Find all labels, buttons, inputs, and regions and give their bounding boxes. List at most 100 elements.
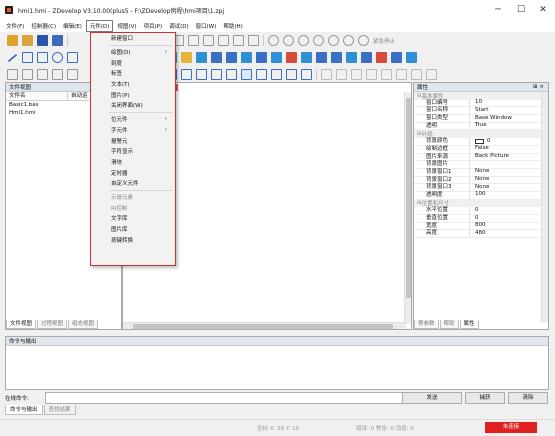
curve-icon[interactable] — [67, 52, 78, 63]
tab-process-view[interactable]: 过程视图 — [37, 320, 68, 329]
keypad-icon[interactable] — [271, 52, 282, 63]
download-icon[interactable] — [248, 35, 259, 46]
menu-item[interactable]: 字元件 › — [91, 125, 175, 136]
state-s4-icon[interactable] — [301, 69, 312, 80]
property-value[interactable]: 0 — [484, 138, 491, 146]
ungroup-icon[interactable] — [396, 69, 407, 80]
tab-register-params[interactable]: 寄参数 — [414, 320, 439, 329]
chart-icon[interactable] — [211, 52, 222, 63]
menu-file[interactable]: 文件(F) — [3, 21, 27, 31]
trend-icon[interactable] — [346, 52, 357, 63]
same-height-icon[interactable] — [366, 69, 377, 80]
property-value[interactable]: 0 — [470, 207, 479, 215]
reset-icon[interactable] — [328, 35, 339, 46]
save-all-icon[interactable] — [52, 35, 63, 46]
slider-icon[interactable] — [241, 52, 252, 63]
emergency-stop-icon[interactable] — [358, 35, 369, 46]
file-list-icon[interactable] — [391, 52, 402, 63]
col-file-name[interactable]: 文件名 — [6, 92, 68, 100]
property-value[interactable]: None — [470, 176, 489, 184]
step-icon[interactable] — [313, 35, 324, 46]
property-value[interactable]: Base Window — [470, 115, 512, 123]
group-icon[interactable] — [381, 69, 392, 80]
lamp-icon[interactable] — [181, 52, 192, 63]
menu-item[interactable]: 定时器 — [91, 167, 175, 178]
compile-icon[interactable] — [233, 35, 244, 46]
menu-view[interactable]: 视图(V) — [114, 21, 139, 31]
switch-icon[interactable] — [196, 52, 207, 63]
property-value[interactable]: 100 — [470, 191, 486, 199]
tab-config-view[interactable]: 组态视图 — [68, 320, 99, 329]
close-button[interactable]: ✕ — [533, 4, 553, 16]
property-value[interactable]: None — [470, 168, 489, 176]
menu-item[interactable]: 文本(T) — [91, 79, 175, 90]
prop-vscroll[interactable] — [541, 92, 548, 322]
menu-controller[interactable]: 控制器(C) — [28, 21, 59, 31]
menu-item[interactable]: 位元件 › — [91, 114, 175, 125]
property-row[interactable]: 透明度 100 — [414, 191, 548, 200]
clear-button[interactable]: 清除 — [508, 392, 548, 404]
send-button[interactable]: 发送 — [402, 392, 462, 404]
property-value[interactable]: 10 — [470, 99, 482, 107]
align-left-icon[interactable] — [7, 69, 18, 80]
layer-l2-icon[interactable] — [196, 69, 207, 80]
menu-item[interactable]: 图片(P) — [91, 89, 175, 100]
bug-icon[interactable] — [376, 52, 387, 63]
state-s0-icon[interactable] — [241, 69, 252, 80]
property-value[interactable]: Back Picture — [470, 153, 509, 161]
tab-help[interactable]: 帮助 — [439, 320, 459, 329]
text-input-icon[interactable] — [331, 52, 342, 63]
same-width-icon[interactable] — [351, 69, 362, 80]
menu-item[interactable]: 图片库 — [91, 224, 175, 235]
align-bottom-icon[interactable] — [67, 69, 78, 80]
emergency-stop-label[interactable]: 紧急停止 — [373, 37, 395, 45]
property-value[interactable]: Start — [470, 107, 488, 115]
redo-icon[interactable] — [218, 35, 229, 46]
online-command-input[interactable] — [45, 392, 417, 404]
property-value[interactable]: 480 — [470, 230, 486, 238]
undo-icon[interactable] — [203, 35, 214, 46]
minimize-button[interactable]: ─ — [488, 4, 508, 16]
zoom-in-icon[interactable] — [411, 69, 422, 80]
tab-properties[interactable]: 属性 — [459, 320, 479, 329]
menu-item[interactable]: 字符显示 — [91, 146, 175, 157]
state-s1-icon[interactable] — [256, 69, 267, 80]
number-input-icon[interactable] — [316, 52, 327, 63]
open-folder-icon[interactable] — [22, 35, 33, 46]
menu-item[interactable]: 按键转换 — [91, 234, 175, 245]
menu-item[interactable]: 报警元 — [91, 135, 175, 146]
property-value[interactable]: False — [470, 145, 489, 153]
property-value[interactable]: True — [470, 122, 487, 130]
menu-item[interactable]: 新建窗口 — [91, 33, 175, 44]
menu-item[interactable]: 文字库 — [91, 213, 175, 224]
layer-l4-icon[interactable] — [226, 69, 237, 80]
color-swatch[interactable] — [475, 138, 484, 144]
breakpoint-icon[interactable] — [343, 35, 354, 46]
menu-item[interactable]: 自定义元件 — [91, 178, 175, 189]
ellipse-icon[interactable] — [52, 52, 63, 63]
menu-item[interactable]: 滑块 — [91, 157, 175, 168]
menu-component[interactable]: 元件(D) — [85, 20, 114, 32]
distribute-h-icon[interactable] — [321, 69, 332, 80]
timer-icon[interactable] — [301, 52, 312, 63]
menu-project[interactable]: 项目(P) — [140, 21, 165, 31]
pin-icon[interactable]: ⊞ × — [533, 84, 544, 90]
rectangle-icon[interactable] — [37, 52, 48, 63]
save-icon[interactable] — [37, 35, 48, 46]
align-top-icon[interactable] — [52, 69, 63, 80]
stop-icon[interactable] — [283, 35, 294, 46]
zoom-out-icon[interactable] — [426, 69, 437, 80]
line-icon[interactable] — [7, 53, 18, 62]
run-icon[interactable] — [268, 35, 279, 46]
align-right-icon[interactable] — [37, 69, 48, 80]
property-row[interactable]: 高度 480 — [414, 230, 548, 239]
menu-item[interactable]: 绘图(D) › — [91, 47, 175, 58]
menu-item[interactable]: 标签 — [91, 68, 175, 79]
new-file-icon[interactable] — [7, 35, 18, 46]
editor-vscroll[interactable] — [404, 92, 411, 324]
table-icon[interactable] — [226, 52, 237, 63]
maximize-button[interactable]: ☐ — [511, 4, 531, 16]
window-icon[interactable] — [406, 52, 417, 63]
tab-command-output[interactable]: 命令与输出 — [5, 405, 43, 415]
property-row[interactable]: 水平位置 0 — [414, 207, 548, 215]
